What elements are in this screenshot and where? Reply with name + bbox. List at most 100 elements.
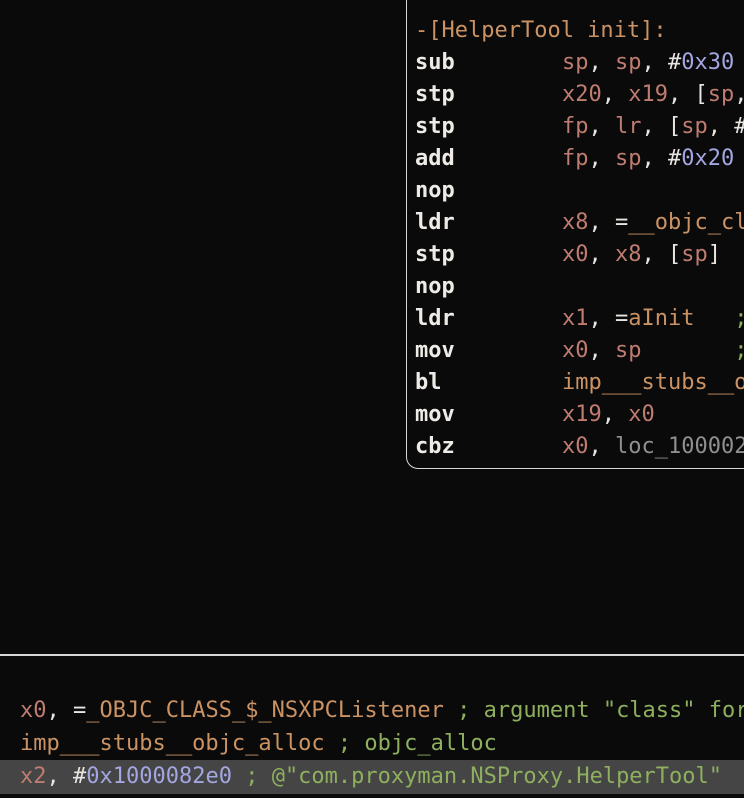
asm-token-com: ; argument "class" for bbox=[457, 698, 744, 723]
asm-mnemonic: stp bbox=[415, 79, 562, 111]
asm-token-txt: , bbox=[602, 402, 629, 427]
asm-token-reg: fp bbox=[562, 114, 589, 139]
asm-token-txt: # bbox=[668, 146, 681, 171]
asm-token-reg: sp bbox=[681, 242, 708, 267]
asm-token-txt: , bbox=[589, 242, 616, 267]
asm-mnemonic: add bbox=[415, 143, 562, 175]
asm-line[interactable]: stpx0, x8, [sp] bbox=[415, 239, 744, 271]
asm-line[interactable]: movx0, sp ; bbox=[415, 335, 744, 367]
asm-token-imm: 0x20 bbox=[681, 146, 734, 171]
asm-line[interactable]: ldrx8, =__objc_cl bbox=[415, 207, 744, 239]
asm-line[interactable]: stpx20, x19, [sp, bbox=[415, 79, 744, 111]
asm-line[interactable]: nop bbox=[415, 271, 744, 303]
asm-token-sym: -[HelperTool init]: bbox=[415, 18, 667, 43]
asm-line[interactable]: -[HelperTool init]: bbox=[415, 15, 744, 47]
asm-token-sym: aInit bbox=[628, 306, 694, 331]
asm-token-reg: lr bbox=[615, 114, 642, 139]
asm-token-txt: , bbox=[47, 764, 74, 789]
asm-token-reg: sp bbox=[562, 50, 589, 75]
asm-token-txt: , bbox=[589, 114, 616, 139]
asm-token-txt: # bbox=[73, 764, 86, 789]
asm-token-txt: , bbox=[589, 338, 616, 363]
asm-token-txt: , [ bbox=[642, 114, 682, 139]
asm-token-reg: sp bbox=[615, 146, 642, 171]
asm-token-txt: , bbox=[589, 146, 616, 171]
disassembly-popup: -[HelperTool init]: subsp, sp, #0x30stpx2… bbox=[406, 0, 744, 469]
asm-mnemonic: nop bbox=[415, 175, 562, 207]
popup-code-listing: -[HelperTool init]: subsp, sp, #0x30stpx2… bbox=[415, 15, 744, 463]
asm-mnemonic: mov bbox=[415, 335, 562, 367]
asm-token-reg: x0 bbox=[562, 242, 589, 267]
asm-mnemonic: mov bbox=[415, 399, 562, 431]
asm-token-txt: , bbox=[642, 146, 669, 171]
asm-token-txt: , [ bbox=[642, 242, 682, 267]
asm-mnemonic: ldr bbox=[415, 303, 562, 335]
asm-line[interactable]: stpfp, lr, [sp, # bbox=[415, 111, 744, 143]
asm-token-com: ; bbox=[734, 306, 744, 331]
asm-token-txt: = bbox=[615, 210, 628, 235]
asm-token-reg: x19 bbox=[562, 402, 602, 427]
disassembler-window: -[HelperTool init]:subsp, sp, #0x30stpx2… bbox=[0, 0, 744, 798]
asm-token-txt: , bbox=[589, 210, 616, 235]
asm-line[interactable]: movx19, x0 bbox=[415, 399, 744, 431]
asm-token-reg: x19 bbox=[628, 82, 668, 107]
asm-token-lbl: loc_100002 bbox=[615, 434, 744, 459]
asm-line[interactable]: x0, =_OBJC_CLASS_$_NSXPCListener ; argum… bbox=[20, 694, 744, 727]
asm-token-txt: , bbox=[734, 82, 744, 107]
asm-token-txt: , bbox=[589, 306, 616, 331]
asm-token-com: ; objc_alloc bbox=[338, 731, 497, 756]
asm-token-reg: sp bbox=[615, 338, 642, 363]
asm-token-txt: , bbox=[642, 50, 669, 75]
asm-token-reg: x1 bbox=[562, 306, 589, 331]
asm-line[interactable]: x2, #0x1000082e0 ; @"com.proxyman.NSProx… bbox=[20, 760, 744, 793]
asm-token-txt bbox=[444, 698, 457, 723]
asm-line[interactable]: cbzx0, loc_100002 bbox=[415, 431, 744, 463]
asm-token-sym: imp___stubs__o bbox=[562, 370, 744, 395]
asm-token-txt: # bbox=[734, 114, 744, 139]
asm-token-reg: x0 bbox=[628, 402, 655, 427]
asm-token-imm: 0x1000082e0 bbox=[86, 764, 232, 789]
asm-mnemonic: cbz bbox=[415, 431, 562, 463]
asm-line[interactable]: ldrx1, =aInit ; bbox=[415, 303, 744, 335]
asm-line[interactable]: addfp, sp, #0x20 bbox=[415, 143, 744, 175]
asm-token-txt: , bbox=[708, 114, 735, 139]
asm-token-txt: , bbox=[589, 50, 616, 75]
asm-token-txt: , bbox=[602, 82, 629, 107]
asm-token-txt: = bbox=[73, 698, 86, 723]
asm-token-txt bbox=[232, 764, 245, 789]
asm-line[interactable]: nop bbox=[415, 175, 744, 207]
asm-line[interactable]: subsp, sp, #0x30 bbox=[415, 47, 744, 79]
asm-token-reg: x8 bbox=[562, 210, 589, 235]
asm-token-reg: fp bbox=[562, 146, 589, 171]
asm-token-reg: x0 bbox=[562, 338, 589, 363]
asm-token-txt: , bbox=[589, 434, 616, 459]
asm-mnemonic: stp bbox=[415, 239, 562, 271]
asm-token-reg: sp bbox=[681, 114, 708, 139]
asm-line[interactable]: imp___stubs__objc_alloc ; objc_alloc bbox=[20, 727, 744, 760]
asm-token-txt: , [ bbox=[668, 82, 708, 107]
asm-token-sym: imp___stubs__objc_alloc bbox=[20, 731, 325, 756]
asm-line[interactable]: blimp___stubs__o bbox=[415, 367, 744, 399]
asm-token-reg: sp bbox=[708, 82, 735, 107]
asm-token-sym: _OBJC_CLASS_$_NSXPCListener bbox=[86, 698, 444, 723]
asm-token-txt bbox=[642, 338, 735, 363]
asm-token-txt bbox=[325, 731, 338, 756]
asm-mnemonic: bl bbox=[415, 367, 562, 399]
asm-token-txt: = bbox=[615, 306, 628, 331]
asm-token-reg: sp bbox=[615, 50, 642, 75]
asm-token-sym: __objc_cl bbox=[628, 210, 744, 235]
asm-token-reg: x8 bbox=[615, 242, 642, 267]
asm-token-txt: # bbox=[668, 50, 681, 75]
main-code-listing: x0, =_OBJC_CLASS_$_NSXPCListener ; argum… bbox=[20, 694, 744, 793]
asm-token-txt: ] bbox=[708, 242, 721, 267]
asm-mnemonic: stp bbox=[415, 111, 562, 143]
asm-token-reg: x2 bbox=[20, 764, 47, 789]
section-divider bbox=[0, 654, 744, 656]
asm-mnemonic: nop bbox=[415, 271, 562, 303]
asm-mnemonic: ldr bbox=[415, 207, 562, 239]
asm-mnemonic: sub bbox=[415, 47, 562, 79]
asm-token-txt bbox=[694, 306, 734, 331]
asm-token-com: ; @"com.proxyman.NSProxy.HelperTool" bbox=[245, 764, 722, 789]
asm-token-com: ; bbox=[734, 338, 744, 363]
asm-token-txt: , bbox=[47, 698, 74, 723]
